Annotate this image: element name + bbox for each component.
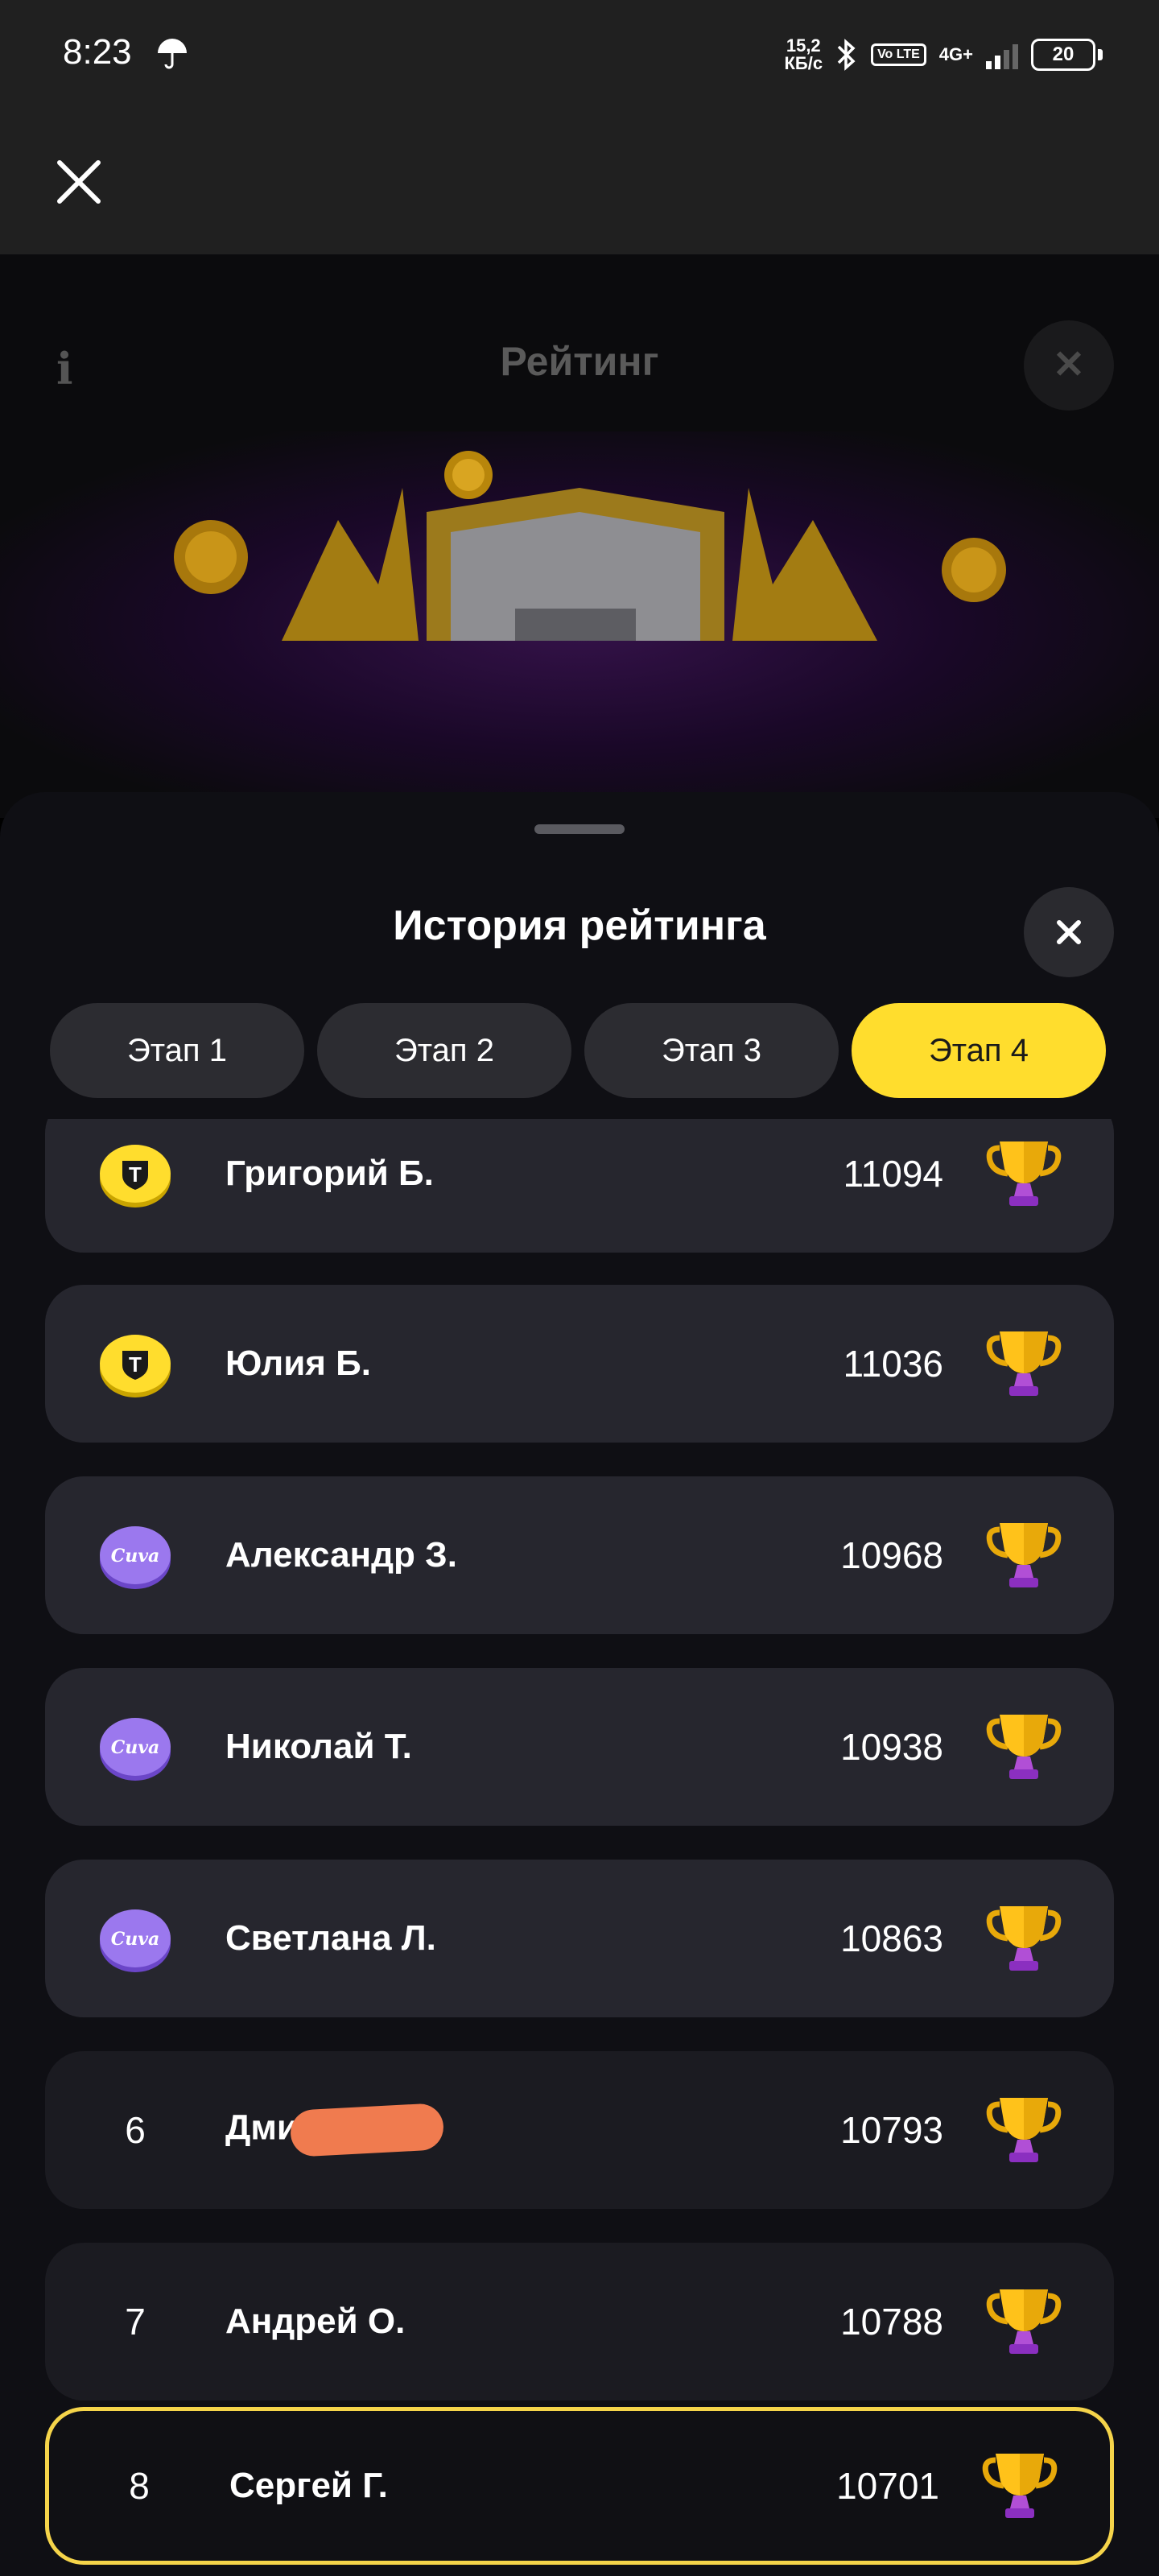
signal-icon (986, 40, 1018, 69)
cuva-coin-icon: Cuva (100, 1718, 171, 1781)
list-item[interactable]: 7 Андрей О. 10788 (45, 2243, 1114, 2401)
list-item[interactable]: Cuva Светлана Л. 10863 (45, 1860, 1114, 2017)
trophy-icon (986, 1715, 1062, 1779)
rating-screen-background: i Рейтинг ✕ (0, 254, 1159, 818)
rank-badge: 6 (45, 2108, 225, 2152)
bluetooth-icon (837, 39, 856, 71)
trophy-icon (986, 1523, 1062, 1587)
umbrella-icon (158, 39, 187, 69)
clock: 8:23 (63, 32, 132, 72)
player-score: 10938 (840, 1726, 943, 1768)
player-name: Григорий Б. (225, 1154, 434, 1193)
status-bar: 8:23 15,2 КБ/с Vo LTE 4G+ 20 (0, 0, 1159, 113)
rating-list[interactable]: T Григорий Б. 11094 T Юлия Б. 11036 Cuva… (45, 1119, 1114, 2576)
speed-value: 15,2 (786, 35, 821, 56)
list-item[interactable]: T Григорий Б. 11094 (45, 1119, 1114, 1253)
trophy-icon (986, 1906, 1062, 1971)
redaction-mark (289, 2103, 445, 2157)
battery-icon: 20 (1031, 39, 1103, 71)
rank-number: 7 (125, 2301, 146, 2343)
rating-title: Рейтинг (500, 339, 659, 384)
player-score: 11036 (843, 1343, 943, 1385)
player-name: Дми (225, 2103, 766, 2157)
player-name: Александр З. (225, 1535, 457, 1575)
player-name: Юлия Б. (225, 1344, 372, 1383)
player-score: 10788 (840, 2301, 943, 2343)
player-name: Николай Т. (225, 1727, 412, 1766)
player-name: Андрей О. (225, 2301, 406, 2341)
tab-stage-4[interactable]: Этап 4 (852, 1003, 1106, 1098)
tab-stage-2[interactable]: Этап 2 (317, 1003, 571, 1098)
player-name-text: Дми (225, 2107, 299, 2148)
network-speed: 15,2 КБ/с (784, 37, 823, 72)
rank-badge: 7 (45, 2300, 225, 2343)
list-item[interactable]: T Юлия Б. 11036 (45, 1285, 1114, 1443)
svg-text:Cuva: Cuva (111, 1546, 160, 1567)
trophy-icon (986, 2098, 1062, 2162)
network-type: 4G+ (938, 44, 973, 64)
tbank-coin-icon: T (100, 1145, 171, 1208)
sheet-title: История рейтинга (393, 902, 766, 949)
battery-tip (1098, 49, 1103, 60)
sheet-drag-handle[interactable] (534, 824, 625, 834)
webview-toolbar (0, 113, 1159, 254)
rank-badge: 8 (49, 2464, 229, 2508)
battery-level: 20 (1031, 39, 1095, 71)
close-icon[interactable] (48, 151, 109, 213)
svg-text:T: T (129, 1352, 142, 1377)
rank-number: 8 (129, 2465, 150, 2507)
rank-number: 6 (125, 2109, 146, 2151)
player-score: 10701 (836, 2465, 939, 2507)
status-icons: 15,2 КБ/с Vo LTE 4G+ 20 (784, 31, 1103, 79)
rank-badge: T (45, 1328, 225, 1399)
sheet-close-button[interactable] (1024, 887, 1114, 977)
player-score: 11094 (843, 1153, 943, 1195)
trophy-icon (986, 1141, 1062, 1206)
svg-text:Cuva: Cuva (111, 1929, 160, 1950)
list-item[interactable]: Cuva Николай Т. 10938 (45, 1668, 1114, 1826)
list-item[interactable]: Cuva Александр З. 10968 (45, 1476, 1114, 1634)
rank-badge: T (45, 1138, 225, 1209)
tab-stage-3[interactable]: Этап 3 (584, 1003, 839, 1098)
current-user-row[interactable]: 8 Сергей Г. 10701 (45, 2407, 1114, 2565)
svg-text:Cuva: Cuva (111, 1737, 160, 1758)
stage-tabs: Этап 1 Этап 2 Этап 3 Этап 4 (50, 1003, 1106, 1098)
rank-badge: Cuva (45, 1520, 225, 1591)
tab-stage-1[interactable]: Этап 1 (50, 1003, 304, 1098)
svg-text:T: T (129, 1162, 142, 1187)
player-name: Сергей Г. (229, 2466, 388, 2505)
trophy-icon (986, 2289, 1062, 2354)
speed-unit: КБ/с (784, 53, 823, 73)
cuva-coin-icon: Cuva (100, 1526, 171, 1589)
list-item[interactable]: 6 Дми 10793 (45, 2051, 1114, 2209)
player-score: 10968 (840, 1534, 943, 1576)
player-name: Светлана Л. (225, 1918, 436, 1958)
trophy-icon (986, 1331, 1062, 1396)
rank-badge: Cuva (45, 1903, 225, 1974)
rating-close-button[interactable]: ✕ (1024, 320, 1114, 411)
rating-banner (0, 431, 1159, 818)
tbank-coin-icon: T (100, 1335, 171, 1397)
player-score: 10863 (840, 1918, 943, 1959)
player-score: 10793 (840, 2109, 943, 2151)
close-icon (1057, 920, 1081, 944)
volte-icon: Vo LTE (871, 43, 926, 66)
rating-history-sheet: История рейтинга Этап 1 Этап 2 Этап 3 Эт… (0, 792, 1159, 2576)
cuva-coin-icon: Cuva (100, 1909, 171, 1972)
trophy-icon (982, 2454, 1058, 2518)
trophy-shield-illustration (174, 451, 1006, 641)
rank-badge: Cuva (45, 1711, 225, 1782)
